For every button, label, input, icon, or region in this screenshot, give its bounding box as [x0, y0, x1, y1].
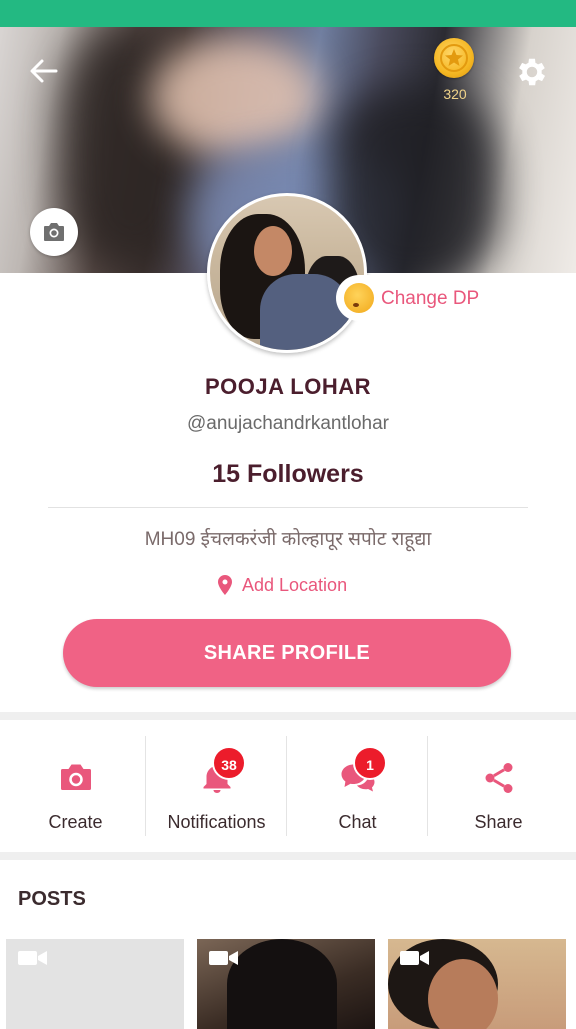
add-location-label: Add Location — [242, 575, 348, 595]
share-label: Share — [474, 812, 523, 832]
change-dp-label: Change DP — [381, 288, 480, 309]
change-cover-button[interactable] — [30, 208, 78, 256]
chat-label: Chat — [338, 812, 377, 832]
followers-count[interactable]: 15 Followers — [0, 460, 576, 489]
camera-icon — [60, 764, 91, 790]
chat-button[interactable]: 1 Chat — [287, 720, 428, 852]
coin-icon[interactable] — [434, 38, 474, 78]
avatar[interactable] — [207, 193, 367, 353]
video-camera-icon — [400, 951, 429, 965]
profile-name: POOJA LOHAR — [204, 374, 372, 399]
video-camera-icon — [18, 951, 47, 965]
profile-handle: @anujachandrkantlohar — [186, 413, 390, 434]
posts-heading: POSTS — [18, 888, 86, 910]
share-icon — [485, 763, 512, 793]
notifications-label: Notifications — [167, 812, 266, 832]
arrow-left-icon — [30, 59, 58, 83]
section-gap — [0, 712, 576, 720]
post-thumbnail[interactable] — [197, 939, 375, 1029]
notifications-button[interactable]: 38 Notifications — [146, 720, 287, 852]
status-bar — [0, 0, 576, 27]
gear-icon — [519, 58, 546, 86]
change-dp-button[interactable]: Change DP — [336, 275, 506, 321]
section-gap — [0, 852, 576, 860]
create-label: Create — [48, 812, 103, 832]
coin-count: 320 — [443, 86, 467, 102]
back-button[interactable] — [26, 55, 62, 87]
notifications-badge: 38 — [212, 746, 246, 780]
chat-badge: 1 — [353, 746, 387, 780]
location-pin-icon — [218, 575, 232, 595]
settings-button[interactable] — [514, 54, 550, 90]
create-button[interactable]: Create — [5, 720, 146, 852]
post-thumbnail[interactable] — [6, 939, 184, 1029]
share-button[interactable]: Share — [428, 720, 569, 852]
action-bar: Create 38 Notifications 1 Chat Share — [0, 720, 576, 852]
share-profile-button[interactable]: SHARE PROFILE — [63, 619, 511, 687]
camera-icon — [44, 223, 64, 241]
video-camera-icon — [209, 951, 238, 965]
profile-bio: MH09 ईचलकरंजी कोल्हापूर सपोट राहूद्या — [144, 529, 432, 550]
share-profile-label: SHARE PROFILE — [203, 642, 371, 664]
post-thumbnail[interactable] — [388, 939, 566, 1029]
kiss-emoji-icon — [344, 283, 374, 313]
divider — [48, 507, 528, 508]
